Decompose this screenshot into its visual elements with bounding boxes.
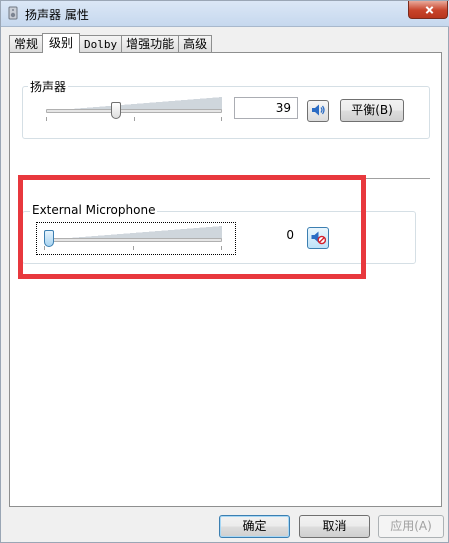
tab-dolby[interactable]: Dolby [79, 35, 123, 53]
tab-levels[interactable]: 级别 [42, 33, 81, 53]
speaker-volume-slider[interactable] [46, 97, 222, 123]
tab-strip: 常规 级别 Dolby 增强功能 高级 [9, 33, 213, 53]
apply-button[interactable]: 应用(A) [378, 515, 444, 538]
speaker-app-icon [6, 6, 20, 20]
tab-advanced[interactable]: 高级 [178, 35, 213, 53]
speaker-icon [310, 102, 326, 121]
highlight-annotation [18, 175, 366, 279]
speaker-slider-thumb[interactable] [111, 102, 121, 119]
speaker-level-field[interactable]: 39 [234, 97, 298, 119]
ok-button[interactable]: 确定 [219, 515, 290, 538]
close-button[interactable] [408, 1, 448, 19]
window-title: 扬声器 属性 [25, 8, 89, 22]
speaker-mute-button[interactable] [307, 100, 329, 122]
balance-button[interactable]: 平衡(B) [340, 99, 404, 122]
cancel-button[interactable]: 取消 [299, 515, 370, 538]
title-bar: 扬声器 属性 [1, 1, 449, 27]
speaker-group-label: 扬声器 [28, 78, 69, 95]
levels-panel: 扬声器 39 平衡(B) External Microphone 0 [9, 52, 442, 507]
properties-window: 扬声器 属性 常规 级别 Dolby 增强功能 高级 扬声器 39 平衡(B) … [0, 0, 449, 543]
tab-general[interactable]: 常规 [9, 35, 44, 53]
tab-enhancements[interactable]: 增强功能 [121, 35, 180, 53]
